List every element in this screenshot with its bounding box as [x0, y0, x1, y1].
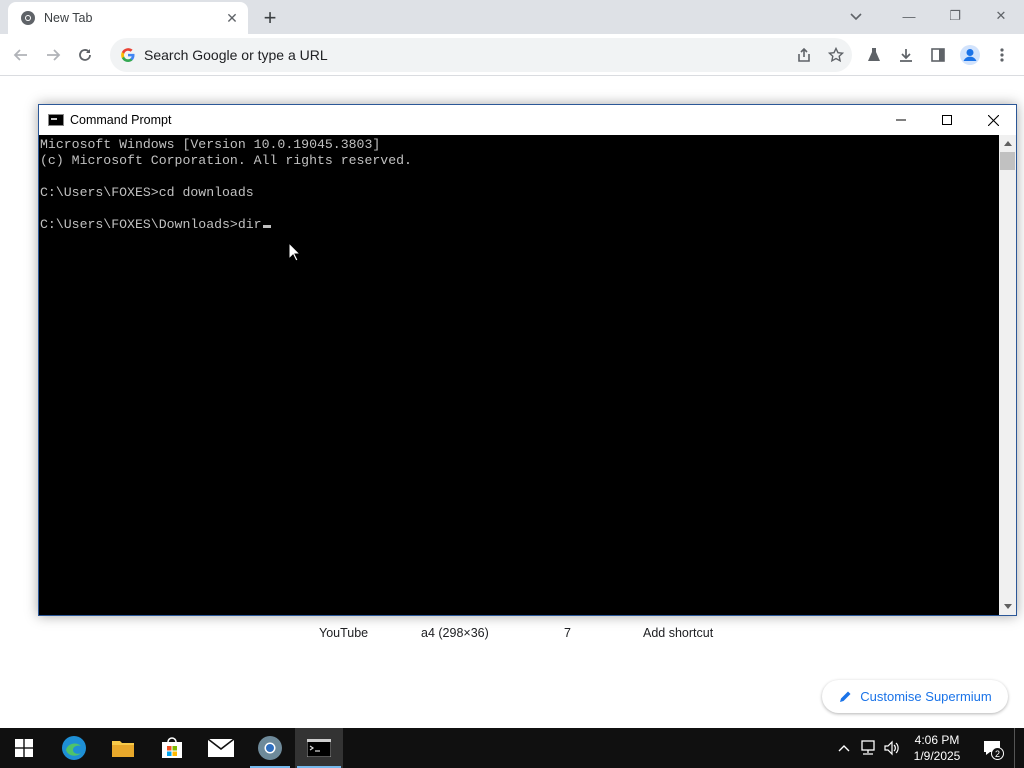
clock-time: 4:06 PM [914, 733, 960, 747]
browser-tabstrip: New Tab ✕ + — ❐ ✕ [0, 0, 1024, 34]
pencil-icon [840, 691, 851, 702]
browser-toolbar: Search Google or type a URL [0, 34, 1024, 76]
show-hidden-icons-chevron-icon[interactable] [832, 728, 856, 768]
cmd-title: Command Prompt [70, 113, 172, 127]
close-icon[interactable]: ✕ [978, 0, 1024, 32]
command-prompt-window[interactable]: Command Prompt Microsoft Windows [Versio… [38, 104, 1017, 616]
cmd-minimize-icon[interactable] [878, 105, 924, 135]
tab-new-tab[interactable]: New Tab ✕ [8, 2, 248, 34]
mail-taskbar-icon[interactable] [197, 728, 245, 768]
side-panel-icon[interactable] [922, 39, 954, 71]
cmd-output: Microsoft Windows [Version 10.0.19045.38… [40, 137, 999, 233]
command-prompt-taskbar-icon[interactable] [295, 728, 343, 768]
shortcut-7[interactable]: 7 [564, 626, 571, 640]
mouse-pointer-icon [288, 241, 302, 267]
add-shortcut[interactable]: Add shortcut [643, 626, 713, 640]
google-icon [120, 47, 136, 63]
windows-logo-icon [15, 739, 33, 757]
customise-button[interactable]: Customise Supermium [822, 680, 1008, 713]
text-cursor [262, 225, 271, 228]
console-line: (c) Microsoft Corporation. All rights re… [40, 153, 412, 168]
cmd-console[interactable]: Microsoft Windows [Version 10.0.19045.38… [39, 135, 999, 615]
show-desktop-button[interactable] [1014, 728, 1024, 768]
shortcut-labels: YouTube a4 (298×36) 7 Add shortcut [0, 626, 1024, 644]
clock-date: 1/9/2025 [913, 749, 961, 763]
tab-close-icon[interactable]: ✕ [222, 8, 242, 28]
share-icon[interactable] [788, 47, 820, 63]
browser-window-controls: — ❐ ✕ [886, 0, 1024, 34]
minimize-icon[interactable]: — [886, 0, 932, 32]
restore-icon[interactable]: ❐ [932, 0, 978, 32]
taskbar-clock[interactable]: 4:06 PM 1/9/2025 [904, 732, 970, 764]
edge-taskbar-icon[interactable] [50, 728, 98, 768]
labs-flask-icon[interactable] [858, 39, 890, 71]
console-line: Microsoft Windows [Version 10.0.19045.38… [40, 137, 381, 152]
volume-icon[interactable] [880, 728, 904, 768]
download-icon[interactable] [890, 39, 922, 71]
reload-icon[interactable] [72, 42, 98, 68]
cmd-titlebar[interactable]: Command Prompt [39, 105, 1016, 135]
notifications-icon[interactable]: 2 [970, 728, 1014, 768]
console-line: C:\Users\FOXES\Downloads>dir [40, 217, 262, 232]
browser-menu-icon[interactable] [986, 39, 1018, 71]
tab-title: New Tab [44, 11, 93, 25]
bookmark-star-icon[interactable] [820, 47, 852, 63]
file-explorer-taskbar-icon[interactable] [99, 728, 147, 768]
cmd-close-icon[interactable] [970, 105, 1016, 135]
console-line: C:\Users\FOXES>cd downloads [40, 185, 254, 200]
omnibox[interactable]: Search Google or type a URL [110, 38, 852, 72]
omnibox-placeholder: Search Google or type a URL [144, 47, 328, 63]
notification-count-badge: 2 [991, 747, 1004, 760]
supermium-taskbar-icon[interactable] [246, 728, 294, 768]
forward-icon[interactable] [40, 42, 66, 68]
profile-avatar-icon[interactable] [954, 39, 986, 71]
scroll-down-arrow-icon[interactable] [999, 598, 1016, 615]
customise-label: Customise Supermium [860, 689, 992, 704]
microsoft-store-taskbar-icon[interactable] [148, 728, 196, 768]
chrome-icon [20, 10, 36, 26]
windows-taskbar: 4:06 PM 1/9/2025 2 [0, 728, 1024, 768]
back-icon[interactable] [8, 42, 34, 68]
tab-search-chevron-icon[interactable] [846, 8, 866, 26]
start-button[interactable] [0, 728, 48, 768]
cmd-app-icon [48, 114, 64, 126]
scroll-up-arrow-icon[interactable] [999, 135, 1016, 152]
cmd-maximize-icon[interactable] [924, 105, 970, 135]
scroll-thumb[interactable] [1000, 152, 1015, 170]
system-tray: 4:06 PM 1/9/2025 2 [832, 728, 1024, 768]
shortcut-youtube[interactable]: YouTube [319, 626, 368, 640]
network-icon[interactable] [856, 728, 880, 768]
cmd-scrollbar[interactable] [999, 135, 1016, 615]
new-tab-button[interactable]: + [258, 5, 282, 30]
shortcut-a4[interactable]: a4 (298×36) [421, 626, 489, 640]
